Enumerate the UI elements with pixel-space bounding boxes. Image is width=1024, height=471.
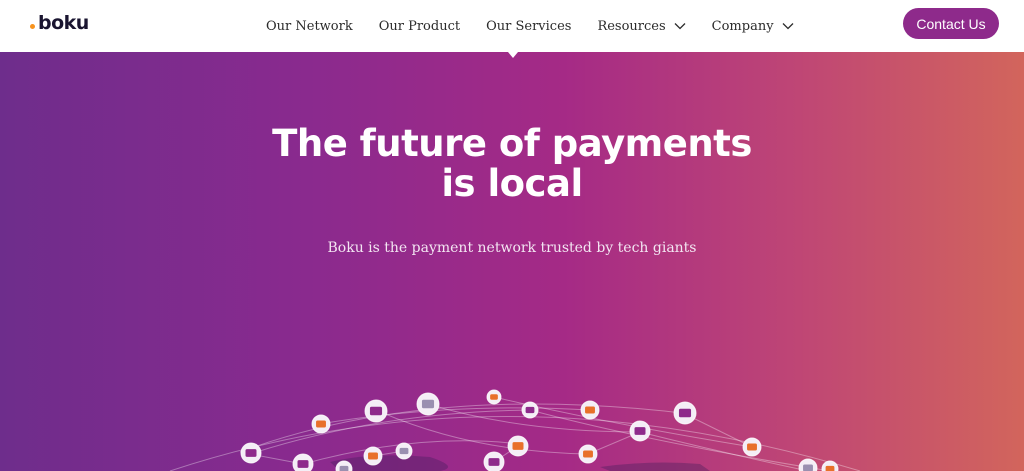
globe-nodes [240, 389, 839, 471]
card-icon [578, 444, 598, 464]
hero-title: The future of payments is local [0, 124, 1024, 204]
card-icon [821, 460, 839, 471]
chevron-down-icon [782, 23, 794, 30]
card-icon [363, 446, 383, 466]
nav-label: Resources [597, 18, 666, 34]
nav-label: Our Services [486, 18, 572, 34]
logo-text: boku [38, 12, 89, 34]
globe-connection-lines [169, 396, 861, 471]
contact-us-button[interactable]: Contact Us [903, 8, 999, 39]
hero-title-line-1: The future of payments [272, 122, 752, 165]
logo-dot-icon [30, 23, 35, 29]
card-icon [580, 400, 600, 420]
card-icon [486, 389, 502, 405]
wallet-icon [673, 401, 697, 425]
main-nav: Our Network Our Product Our Services Res… [266, 0, 794, 52]
wallet-icon [364, 399, 388, 423]
nav-resources[interactable]: Resources [597, 18, 686, 34]
bank-icon [395, 442, 413, 460]
nav-our-services[interactable]: Our Services [486, 19, 571, 34]
hero-title-line-2: is local [441, 162, 583, 205]
wallet-icon [629, 420, 651, 442]
nav-label: Our Product [378, 18, 461, 34]
header-pointer-icon [508, 52, 518, 58]
payment-network-globe [169, 389, 861, 471]
site-header: boku Our Network Our Product Our Service… [0, 0, 1024, 52]
nav-company[interactable]: Company [712, 19, 794, 34]
card-icon [507, 435, 529, 457]
hero-section: The future of payments is local Boku is … [0, 52, 1024, 471]
chevron-down-icon [674, 23, 686, 30]
card-icon [311, 414, 331, 434]
bank-icon [416, 392, 440, 416]
nav-our-product[interactable]: Our Product [379, 19, 460, 34]
nav-label: Company [711, 18, 774, 34]
globe-shadow-shapes [330, 455, 710, 471]
nav-our-network[interactable]: Our Network [266, 19, 353, 34]
wallet-icon [292, 453, 314, 471]
wallet-icon [521, 401, 539, 419]
wallet-icon [240, 442, 262, 464]
hero-subtitle: Boku is the payment network trusted by t… [327, 240, 697, 256]
nav-label: Our Network [266, 18, 353, 34]
card-icon [742, 437, 762, 457]
bank-icon [798, 458, 818, 471]
wallet-icon [483, 451, 505, 471]
boku-logo[interactable]: boku [30, 12, 89, 34]
